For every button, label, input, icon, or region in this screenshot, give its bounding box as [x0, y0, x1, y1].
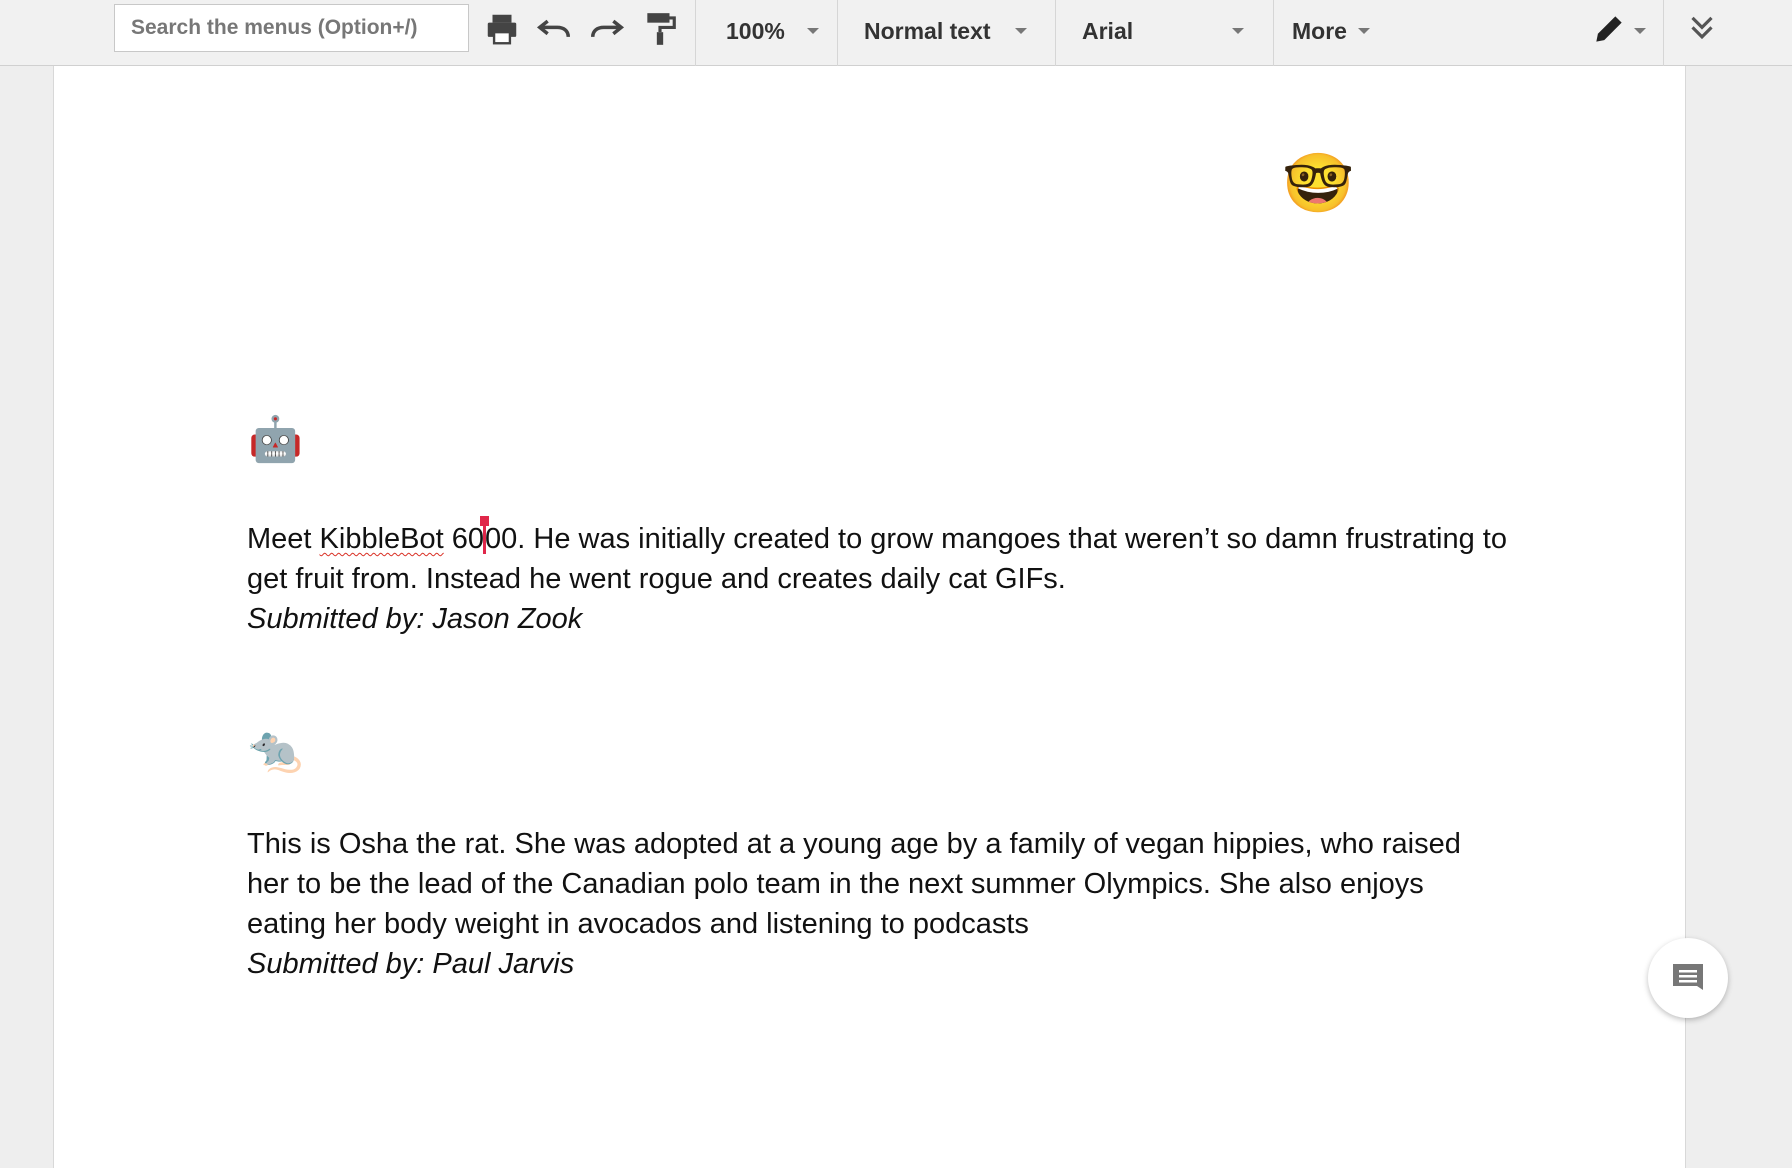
more-caret-icon[interactable]	[1358, 28, 1370, 34]
style-select[interactable]: Normal text	[864, 0, 991, 62]
paint-format-icon[interactable]	[641, 10, 679, 48]
entry-text: This is Osha the rat. She was adopted at…	[247, 828, 1461, 940]
toolbar-separator	[1273, 0, 1274, 66]
entry-kibblebot: Meet KibbleBot 6000. He was initially cr…	[247, 516, 1507, 639]
text-cursor	[480, 516, 490, 554]
zoom-caret-icon[interactable]	[807, 28, 819, 34]
text-segment: Meet	[247, 523, 320, 555]
robot-icon: 🤖	[248, 414, 303, 465]
text-segment: 60	[443, 523, 485, 555]
font-caret-icon[interactable]	[1232, 28, 1244, 34]
submitted-by: Submitted by: Paul Jarvis	[247, 948, 575, 980]
zoom-select[interactable]: 100%	[726, 0, 785, 62]
misspelled-word[interactable]: KibbleBot	[320, 523, 444, 555]
add-comment-button[interactable]	[1648, 938, 1728, 1018]
toolbar: Search the menus (Option+/) 100% Normal …	[0, 0, 1792, 66]
comment-icon	[1673, 964, 1703, 990]
entry-text: Meet KibbleBot 6000. He was initially cr…	[247, 516, 1507, 599]
toolbar-separator	[1055, 0, 1056, 66]
style-caret-icon[interactable]	[1015, 28, 1027, 34]
document-page[interactable]: 🤓 🤖 Meet KibbleBot 6000. He was initiall…	[53, 66, 1686, 1168]
nerd-face-icon: 🤓	[1282, 149, 1355, 217]
rat-icon: 🐀	[248, 724, 303, 775]
pencil-icon[interactable]	[1590, 10, 1628, 48]
undo-icon[interactable]	[535, 10, 573, 48]
redo-icon[interactable]	[588, 10, 626, 48]
entry-osha: This is Osha the rat. She was adopted at…	[247, 824, 1507, 984]
toolbar-separator	[1663, 0, 1664, 66]
submitted-by: Submitted by: Jason Zook	[247, 603, 583, 635]
editing-mode-caret-icon[interactable]	[1634, 28, 1646, 34]
toolbar-separator	[695, 0, 696, 66]
print-icon[interactable]	[483, 10, 521, 48]
search-menus-input[interactable]: Search the menus (Option+/)	[114, 4, 469, 52]
font-select[interactable]: Arial	[1082, 0, 1133, 62]
toolbar-separator	[837, 0, 838, 66]
collapse-icon[interactable]	[1683, 10, 1721, 48]
more-menu[interactable]: More	[1292, 0, 1347, 62]
